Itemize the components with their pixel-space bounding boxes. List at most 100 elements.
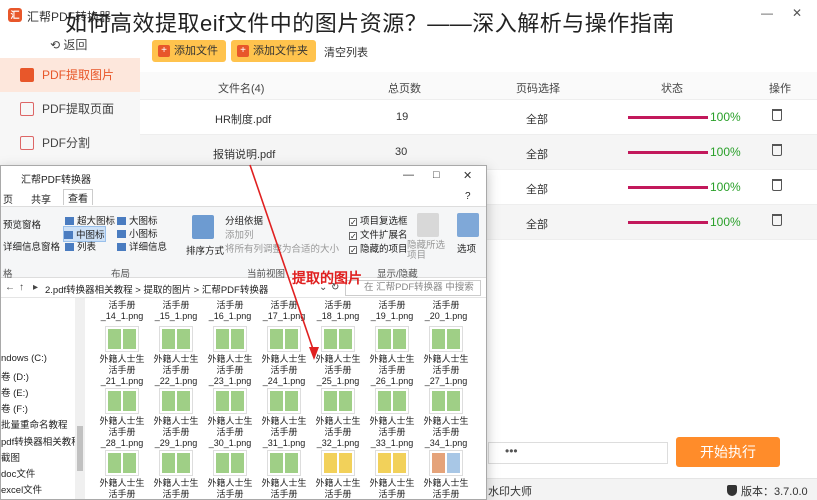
options-button[interactable]: 选项: [457, 241, 476, 255]
nav-item[interactable]: 批量重命名教程: [1, 417, 68, 431]
sort-by-button[interactable]: 排序方式: [186, 243, 224, 257]
trash-icon[interactable]: [772, 109, 782, 121]
file-item[interactable]: 活手册 _17_1.png: [257, 300, 311, 322]
tab-share[interactable]: 共享: [31, 191, 51, 206]
file-item[interactable]: 外籍人士生 活手册 _27_1.png: [419, 326, 473, 387]
file-item[interactable]: 外籍人士生 活手册: [149, 450, 203, 499]
minimize-icon[interactable]: —: [757, 6, 777, 24]
file-item[interactable]: 外籍人士生 活手册 _33_1.png: [365, 388, 419, 449]
file-item[interactable]: 活手册 _20_1.png: [419, 300, 473, 322]
file-item[interactable]: 外籍人士生 活手册: [257, 450, 311, 499]
sidebar-item-pdf-extract-images[interactable]: PDF提取图片: [0, 58, 140, 92]
preview-pane-button[interactable]: 预览窗格: [3, 217, 41, 231]
file-item[interactable]: 活手册 _15_1.png: [149, 300, 203, 322]
start-button[interactable]: 开始执行: [676, 437, 780, 467]
back-arrow-icon[interactable]: ←: [5, 282, 15, 293]
file-item[interactable]: 外籍人士生 活手册: [311, 450, 365, 499]
image-thumbnail: [105, 326, 139, 352]
fit-columns-button[interactable]: 将所有列调整为合适的大小: [225, 241, 339, 255]
file-item[interactable]: 活手册 _16_1.png: [203, 300, 257, 322]
layout-small[interactable]: 小图标: [117, 226, 158, 240]
file-name-line: _25_1.png: [316, 376, 360, 386]
breadcrumb-item[interactable]: 提取的图片: [143, 285, 191, 296]
minimize-icon[interactable]: —: [403, 169, 414, 181]
file-item[interactable]: 外籍人士生 活手册: [203, 450, 257, 499]
search-input[interactable]: 在 汇帮PDF转换器 中搜索: [345, 280, 481, 296]
add-file-button[interactable]: + 添加文件: [152, 40, 226, 62]
nav-item[interactable]: 截图: [1, 450, 20, 464]
nav-item[interactable]: 卷 (F:): [1, 401, 28, 415]
nav-item[interactable]: pdf转换器相关教程: [1, 434, 81, 448]
row-range[interactable]: 全部: [526, 181, 548, 197]
file-item[interactable]: 外籍人士生 活手册 _21_1.png: [95, 326, 149, 387]
add-column-button[interactable]: 添加列: [225, 227, 254, 241]
nav-item[interactable]: doc文件: [1, 466, 35, 480]
nav-scroll-thumb[interactable]: [77, 426, 83, 471]
file-item[interactable]: 外籍人士生 活手册 _30_1.png: [203, 388, 257, 449]
hidden-items-toggle[interactable]: ✓ 隐藏的项目: [349, 241, 408, 255]
file-name-line: 外籍人士生: [99, 478, 145, 488]
add-folder-button[interactable]: + 添加文件夹: [231, 40, 316, 62]
trash-icon[interactable]: [772, 179, 782, 191]
hide-selected-button[interactable]: 隐藏所选项目: [407, 241, 447, 261]
file-extension-toggle[interactable]: ✓ 文件扩展名: [349, 227, 408, 241]
nav-item[interactable]: 卷 (E:): [1, 385, 28, 399]
file-item[interactable]: 外籍人士生 活手册 _23_1.png: [203, 326, 257, 387]
file-item[interactable]: 活手册 _14_1.png: [95, 300, 149, 322]
sidebar-item-pdf-extract-pages[interactable]: PDF提取页面: [0, 92, 140, 126]
breadcrumb[interactable]: 2.pdf转换器相关教程 > 提取的图片 > 汇帮PDF转换器: [45, 282, 268, 296]
details-pane-button[interactable]: 详细信息窗格: [3, 239, 60, 253]
file-name-line: _21_1.png: [100, 376, 144, 386]
trash-icon[interactable]: [772, 144, 782, 156]
help-icon[interactable]: ?: [465, 191, 471, 202]
nav-item[interactable]: ndows (C:): [1, 353, 47, 364]
clear-list-button[interactable]: 清空列表: [324, 44, 368, 60]
file-name-line: 活手册: [216, 427, 244, 437]
close-icon[interactable]: ✕: [463, 169, 472, 182]
tab-view[interactable]: 查看: [63, 189, 93, 205]
row-range[interactable]: 全部: [526, 146, 548, 162]
browse-button[interactable]: •••: [505, 444, 518, 458]
navigation-pane: ndows (C:) 卷 (D:) 卷 (E:) 卷 (F:) 批量重命名教程 pdf转换…: [1, 298, 85, 499]
up-arrow-icon[interactable]: ↑: [19, 282, 24, 293]
file-item[interactable]: 外籍人士生 活手册 _29_1.png: [149, 388, 203, 449]
file-item[interactable]: 外籍人士生 活手册: [419, 450, 473, 499]
table-row[interactable]: HR制度.pdf 19 全部 100%: [140, 100, 817, 135]
file-item[interactable]: 外籍人士生 活手册 _34_1.png: [419, 388, 473, 449]
close-icon[interactable]: ✕: [787, 6, 807, 24]
layout-list[interactable]: 列表: [65, 239, 96, 253]
layout-large[interactable]: 大图标: [117, 213, 158, 227]
file-item[interactable]: 外籍人士生 活手册 _22_1.png: [149, 326, 203, 387]
row-range[interactable]: 全部: [526, 216, 548, 232]
file-item[interactable]: 外籍人士生 活手册: [365, 450, 419, 499]
nav-item[interactable]: 卷 (D:): [1, 369, 29, 383]
sidebar-item-label: PDF分割: [42, 136, 91, 150]
file-item[interactable]: 活手册 _19_1.png: [365, 300, 419, 322]
sidebar-item-pdf-split[interactable]: PDF分割: [0, 126, 140, 160]
nav-item[interactable]: excel文件: [1, 482, 42, 496]
row-range[interactable]: 全部: [526, 111, 548, 127]
trash-icon[interactable]: [772, 214, 782, 226]
tab-page[interactable]: 页: [3, 191, 13, 206]
maximize-icon[interactable]: □: [433, 169, 440, 181]
file-item[interactable]: 外籍人士生 活手册 _28_1.png: [95, 388, 149, 449]
breadcrumb-item[interactable]: 2.pdf转换器相关教程: [45, 285, 133, 296]
item-checkbox-toggle[interactable]: ✓ 项目复选框: [349, 213, 408, 227]
file-name-line: _17_1.png: [262, 311, 306, 321]
layout-extra-large[interactable]: 超大图标: [65, 213, 115, 227]
file-item[interactable]: 外籍人士生 活手册 _32_1.png: [311, 388, 365, 449]
group-by-button[interactable]: 分组依据: [225, 213, 263, 227]
breadcrumb-item[interactable]: 汇帮PDF转换器: [202, 285, 269, 296]
file-name-line: 活手册: [324, 365, 352, 375]
file-item[interactable]: 外籍人士生 活手册 _26_1.png: [365, 326, 419, 387]
watermark-master-link[interactable]: 水印大师: [488, 483, 532, 499]
layout-details[interactable]: 详细信息: [117, 239, 167, 253]
file-item[interactable]: 外籍人士生 活手册 _25_1.png: [311, 326, 365, 387]
file-name-line: _24_1.png: [262, 376, 306, 386]
file-item[interactable]: 外籍人士生 活手册 _31_1.png: [257, 388, 311, 449]
file-item[interactable]: 活手册 _18_1.png: [311, 300, 365, 322]
back-button[interactable]: ⟲ 返回: [50, 36, 87, 53]
file-item[interactable]: 外籍人士生 活手册: [95, 450, 149, 499]
file-item[interactable]: 外籍人士生 活手册 _24_1.png: [257, 326, 311, 387]
file-name-line: 活手册: [108, 300, 136, 310]
